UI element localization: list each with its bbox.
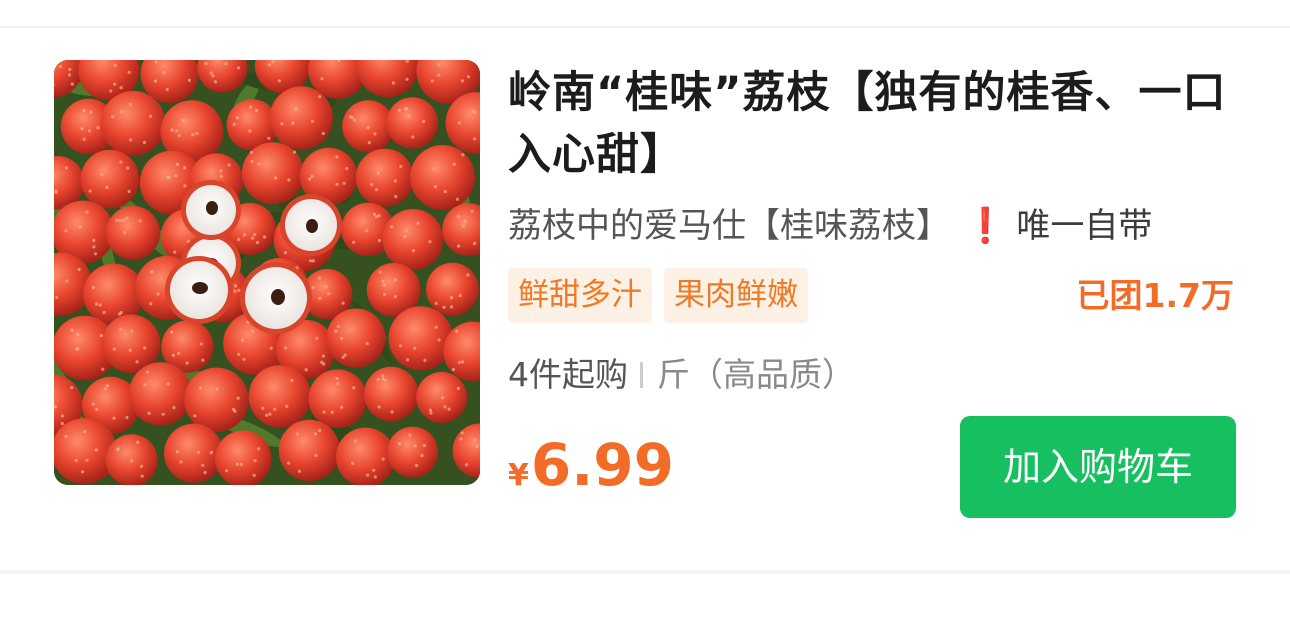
- product-spec: 斤（高品质）: [657, 355, 855, 394]
- alert-icon: ❗: [964, 206, 1007, 246]
- subtitle-tail: 唯一自带: [1016, 206, 1153, 246]
- product-tags: 鲜甜多汁 果肉鲜嫩: [508, 268, 808, 323]
- divider: [640, 362, 643, 388]
- product-card[interactable]: 岭南“桂味”荔枝【独有的桂香、一口入心甜】 荔枝中的爱马仕【桂味荔枝】 ❗ 唯一自带…: [0, 0, 1290, 618]
- product-title[interactable]: 岭南“桂味”荔枝【独有的桂香、一口入心甜】: [508, 62, 1248, 186]
- tag-juicy: 鲜甜多汁: [508, 268, 652, 323]
- tag-tender: 果肉鲜嫩: [664, 268, 808, 323]
- subtitle-text: 荔枝中的爱马仕【桂味荔枝】: [508, 206, 950, 246]
- lychee-photo-icon: [54, 60, 480, 485]
- product-price: ¥ 6.99: [508, 430, 674, 500]
- price-amount: 6.99: [530, 431, 674, 499]
- add-to-cart-button[interactable]: 加入购物车: [960, 416, 1236, 518]
- purchase-info: 4件起购 斤（高品质）: [508, 350, 855, 400]
- currency-symbol: ¥: [508, 458, 529, 493]
- product-image[interactable]: [54, 60, 480, 485]
- group-buy-count: 已团1.7万: [1076, 276, 1234, 315]
- product-subtitle: 荔枝中的爱马仕【桂味荔枝】 ❗ 唯一自带: [508, 201, 1248, 251]
- min-purchase: 4件起购: [508, 355, 628, 394]
- bottom-divider: [0, 570, 1290, 574]
